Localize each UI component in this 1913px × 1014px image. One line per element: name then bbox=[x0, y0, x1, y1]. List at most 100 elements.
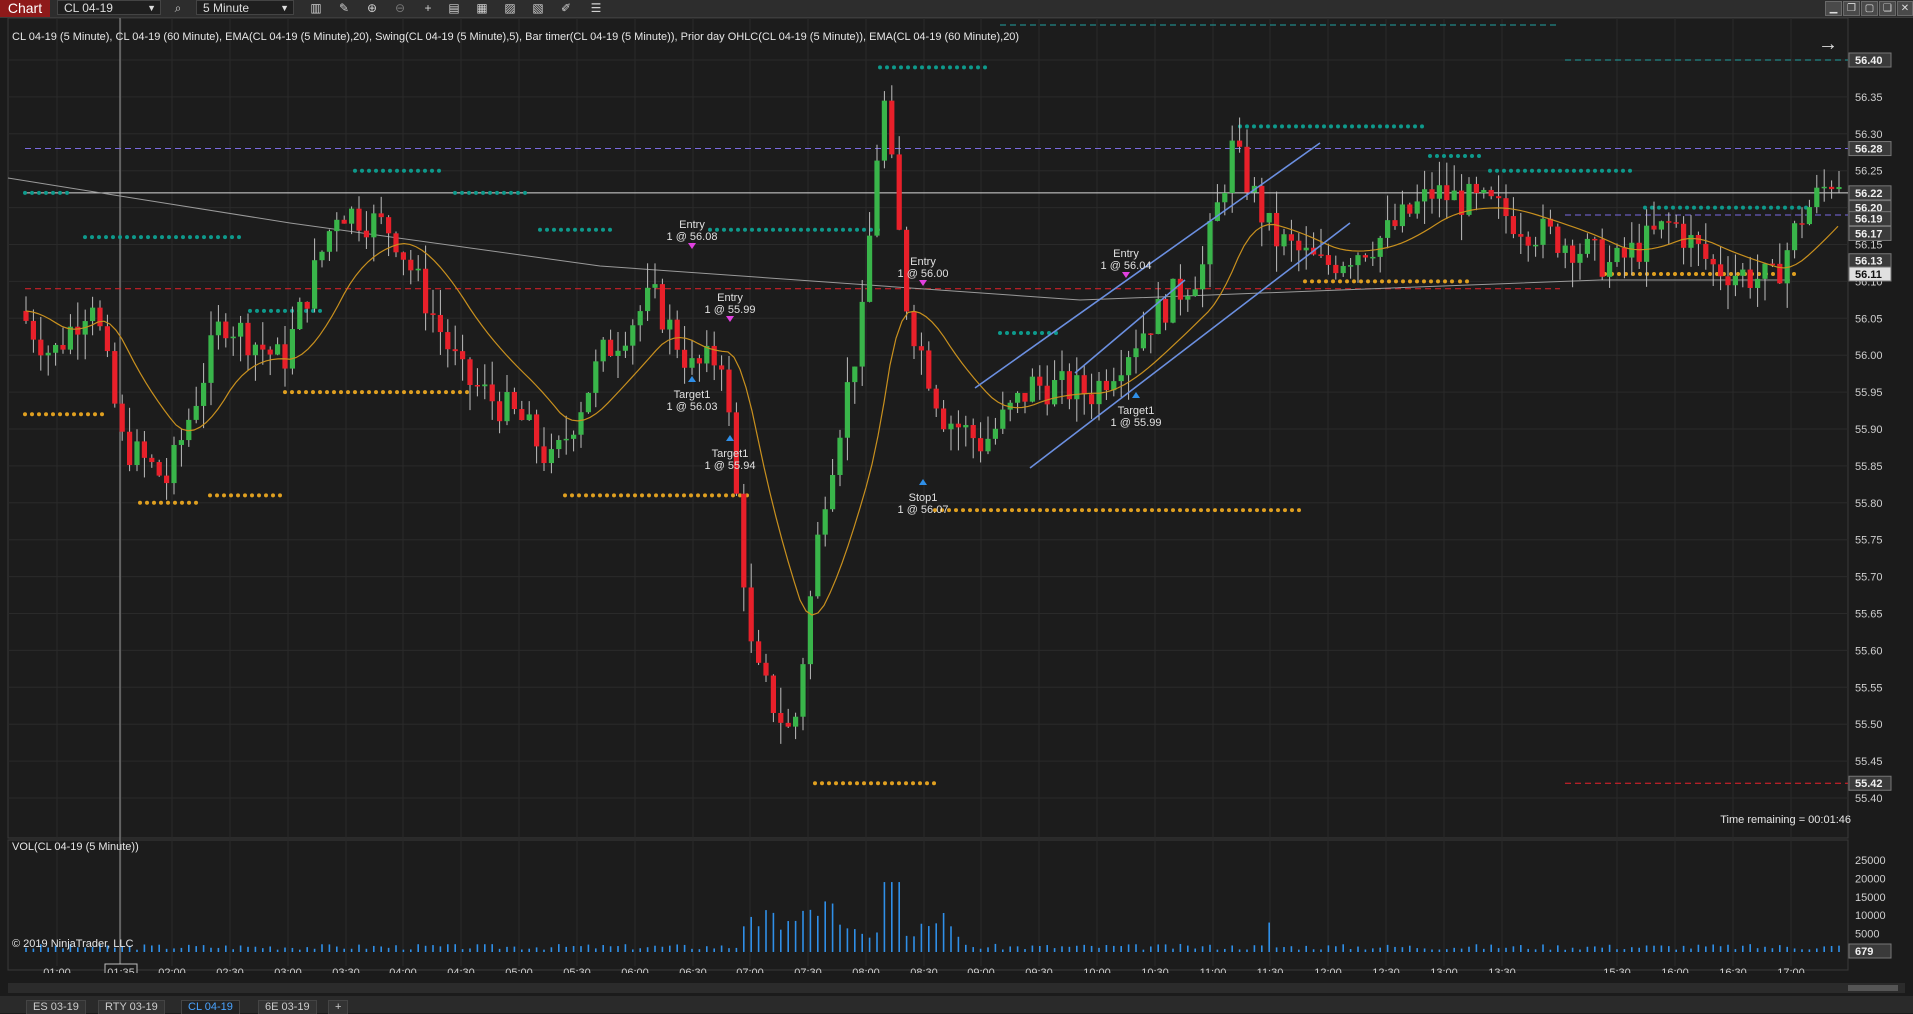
swing-high-dot bbox=[1488, 168, 1492, 173]
maximize-icon[interactable]: ▢ bbox=[1861, 1, 1878, 16]
bar-style-icon[interactable]: ▥ bbox=[308, 1, 324, 16]
candle-body bbox=[504, 392, 510, 422]
properties-icon[interactable]: ▤ bbox=[446, 1, 462, 16]
candle-body bbox=[770, 675, 776, 713]
swing-low-dot bbox=[897, 781, 901, 786]
zoom-in-icon[interactable]: ⊕ bbox=[364, 1, 380, 16]
swing-low-dot bbox=[1122, 508, 1126, 513]
swing-high-dot bbox=[1741, 205, 1745, 210]
price-marker: 56.17 bbox=[1855, 228, 1883, 240]
indicator-label: CL 04-19 (5 Minute), CL 04-19 (60 Minute… bbox=[12, 31, 1020, 43]
swing-low-dot bbox=[152, 500, 156, 505]
candle-body bbox=[1688, 235, 1694, 248]
swing-high-dot bbox=[83, 235, 87, 240]
candle-body bbox=[141, 441, 147, 458]
candle-body bbox=[67, 326, 73, 350]
swing-low-dot bbox=[458, 390, 462, 395]
restore-window-icon[interactable]: ❏ bbox=[1879, 1, 1896, 16]
tab-es[interactable]: ES 03-19 bbox=[26, 1000, 86, 1014]
swing-high-dot bbox=[1523, 168, 1527, 173]
instrument-selector[interactable]: CL 04-19 ▼ bbox=[57, 0, 161, 15]
swing-low-dot bbox=[194, 500, 198, 505]
swing-low-dot bbox=[1458, 279, 1462, 284]
swing-low-dot bbox=[904, 781, 908, 786]
swing-high-dot bbox=[820, 227, 824, 232]
swing-low-dot bbox=[208, 493, 212, 498]
indicators-icon[interactable]: ▧ bbox=[530, 1, 546, 16]
chart-area[interactable]: Entry 1 @ 56.08 Entry 1 @ 55.99 Target1 1 @ 5… bbox=[0, 18, 1913, 973]
search-icon[interactable]: ⌕ bbox=[170, 1, 186, 16]
scroll-thumb[interactable] bbox=[1848, 985, 1898, 991]
candle-body bbox=[822, 509, 828, 535]
zoom-out-icon[interactable]: ⊖ bbox=[392, 1, 408, 16]
swing-high-dot bbox=[913, 65, 917, 70]
swing-high-dot bbox=[552, 227, 556, 232]
templates-icon[interactable]: ▦ bbox=[474, 1, 490, 16]
candle-body bbox=[1229, 140, 1235, 193]
price-tick: 55.70 bbox=[1855, 572, 1883, 584]
swing-low-dot bbox=[975, 508, 979, 513]
candle-body bbox=[1052, 380, 1058, 405]
candle-body bbox=[1673, 222, 1679, 224]
swing-high-dot bbox=[1692, 205, 1696, 210]
candle-body bbox=[1755, 278, 1761, 288]
swing-low-dot bbox=[409, 390, 413, 395]
swing-low-dot bbox=[1262, 508, 1266, 513]
swing-high-dot bbox=[1572, 168, 1576, 173]
crosshair-icon[interactable]: + bbox=[420, 1, 436, 16]
swing-high-dot bbox=[1442, 153, 1446, 158]
swing-low-dot bbox=[1192, 508, 1196, 513]
candle-body bbox=[970, 425, 976, 439]
swing-high-dot bbox=[899, 65, 903, 70]
swing-low-dot bbox=[180, 500, 184, 505]
chart-canvas[interactable]: Entry1 @ 56.08Entry1 @ 55.99Target11 @ 5… bbox=[0, 18, 1913, 973]
chart-toolbar: Chart CL 04-19 ▼ ⌕ 5 Minute ▼ ▥ ✎ ⊕ ⊖ + ▤ … bbox=[0, 0, 1913, 18]
pencil-icon[interactable]: ✎ bbox=[336, 1, 352, 16]
swing-low-dot bbox=[1094, 508, 1098, 513]
swing-high-dot bbox=[481, 190, 485, 195]
minimize-icon[interactable]: ▁ bbox=[1825, 1, 1842, 16]
swing-low-dot bbox=[954, 508, 958, 513]
horizontal-scrollbar[interactable] bbox=[8, 983, 1905, 993]
restore-icon[interactable]: ❐ bbox=[1843, 1, 1860, 16]
candle-body bbox=[667, 319, 673, 330]
chart-window-tab[interactable]: Chart bbox=[0, 0, 50, 17]
swing-low-dot bbox=[1638, 272, 1642, 277]
right-arrow-icon[interactable]: → bbox=[1818, 34, 1838, 54]
swing-high-dot bbox=[1287, 124, 1291, 129]
price-tick: 56.30 bbox=[1855, 129, 1883, 141]
swing-low-dot bbox=[584, 493, 588, 498]
close-icon[interactable]: ✕ bbox=[1897, 1, 1913, 16]
list-icon[interactable]: ☰ bbox=[588, 1, 604, 16]
price-panel bbox=[7, 18, 1849, 839]
swing-high-dot bbox=[248, 308, 252, 313]
tab-6e[interactable]: 6E 03-19 bbox=[258, 1000, 317, 1014]
swing-high-dot bbox=[37, 190, 41, 195]
candle-body bbox=[1621, 247, 1627, 258]
candle-body bbox=[1200, 264, 1206, 290]
tab-cl[interactable]: CL 04-19 bbox=[181, 1000, 240, 1014]
swing-low-dot bbox=[86, 412, 90, 417]
trade-label-fill: 1 @ 55.99 bbox=[705, 304, 756, 316]
swing-low-dot bbox=[668, 493, 672, 498]
swing-low-dot bbox=[159, 500, 163, 505]
swing-high-dot bbox=[1783, 205, 1787, 210]
trade-label-title: Entry bbox=[910, 256, 936, 268]
swing-low-dot bbox=[1038, 508, 1042, 513]
interval-selector[interactable]: 5 Minute ▼ bbox=[196, 0, 294, 15]
add-tab-button[interactable]: + bbox=[328, 1000, 349, 1014]
swing-low-dot bbox=[278, 493, 282, 498]
swing-high-dot bbox=[125, 235, 129, 240]
tab-rty[interactable]: RTY 03-19 bbox=[98, 1000, 165, 1014]
candle-body bbox=[1103, 380, 1109, 391]
candle-body bbox=[53, 344, 59, 353]
swing-high-dot bbox=[1350, 124, 1354, 129]
strategies-icon[interactable]: ▨ bbox=[502, 1, 518, 16]
swing-high-dot bbox=[969, 65, 973, 70]
swing-low-dot bbox=[374, 390, 378, 395]
swing-low-dot bbox=[1136, 508, 1140, 513]
drawing-tools-icon[interactable]: ✐ bbox=[558, 1, 574, 16]
swing-high-dot bbox=[1252, 124, 1256, 129]
candle-body bbox=[245, 322, 251, 356]
price-tick: 55.45 bbox=[1855, 756, 1883, 768]
